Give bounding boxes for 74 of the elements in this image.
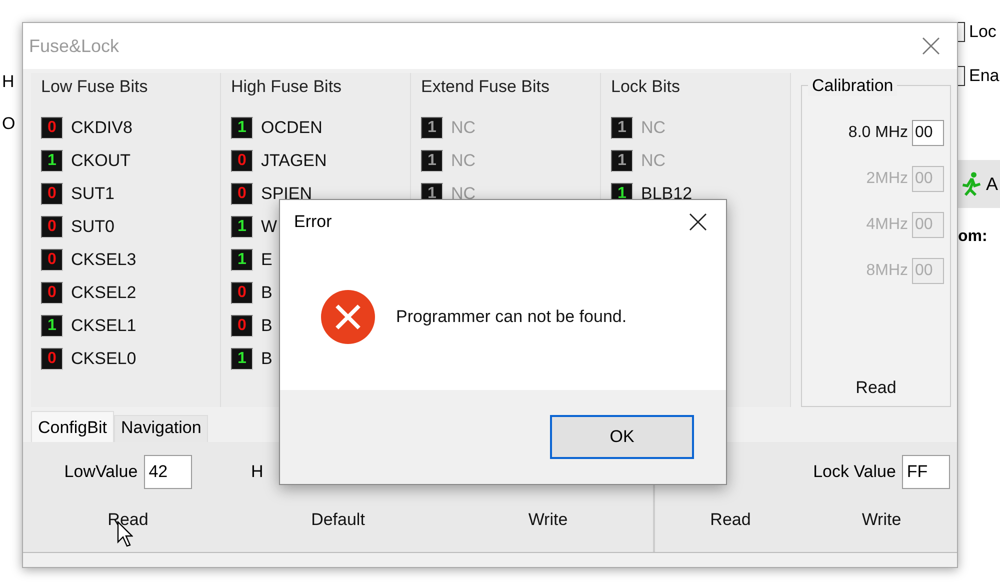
error-message: Programmer can not be found. xyxy=(396,307,627,327)
bit-label: JTAGEN xyxy=(261,150,327,170)
bit-toggle[interactable]: 0 xyxy=(41,282,63,304)
bit-toggle[interactable]: 0 xyxy=(231,182,253,204)
tab[interactable]: ConfigBit xyxy=(31,411,114,442)
bit-toggle[interactable]: 0 xyxy=(231,314,253,336)
high-value-label: H xyxy=(251,462,264,482)
auto-button[interactable]: A xyxy=(958,160,1000,208)
config-button[interactable]: Write xyxy=(522,508,574,532)
bit-toggle[interactable]: 0 xyxy=(41,216,63,238)
bit-label: CKSEL1 xyxy=(71,316,136,336)
frequency-label: 8.0 MHz xyxy=(848,124,908,142)
background-text: H xyxy=(2,72,16,92)
frequency-label: 2MHz xyxy=(866,170,908,188)
low-value-field[interactable]: 42 xyxy=(144,455,192,489)
lock-button[interactable]: Write xyxy=(856,508,908,532)
bit-label: CKSEL2 xyxy=(71,282,136,302)
running-figure-icon xyxy=(960,170,982,198)
calibration-field[interactable]: 00 xyxy=(912,120,944,146)
bit-label: OCDEN xyxy=(261,118,322,138)
group-title: Low Fuse Bits xyxy=(41,76,149,98)
window-title: Fuse&Lock xyxy=(29,36,120,56)
checkbox-label: Ena xyxy=(969,66,1000,86)
bit-label: B xyxy=(261,282,272,302)
ok-button[interactable]: OK xyxy=(550,415,694,459)
bit-label: SPIEN xyxy=(261,184,312,204)
frequency-label: 4MHz xyxy=(866,216,908,234)
bit-toggle[interactable]: 1 xyxy=(231,116,253,138)
bit-toggle[interactable]: 0 xyxy=(41,116,63,138)
lock-value-field[interactable]: FF xyxy=(902,455,950,489)
bit-label: NC xyxy=(641,150,666,170)
checkbox[interactable] xyxy=(958,66,965,86)
group-title: High Fuse Bits xyxy=(231,76,343,98)
error-icon xyxy=(320,289,376,345)
bit-label: B xyxy=(261,316,272,336)
bit-label: NC xyxy=(641,118,666,138)
dialog-title: Error xyxy=(294,212,332,232)
bit-toggle[interactable]: 0 xyxy=(41,182,63,204)
lock-value-label: Lock Value xyxy=(813,462,896,482)
bit-toggle[interactable]: 1 xyxy=(231,348,253,370)
bit-toggle[interactable]: 1 xyxy=(231,216,253,238)
config-button[interactable]: Default xyxy=(305,508,371,532)
tab[interactable]: Navigation xyxy=(114,415,208,442)
bit-label: BLB12 xyxy=(641,184,692,204)
bit-label: B xyxy=(261,348,272,368)
status-text: om: xyxy=(958,228,988,246)
bit-toggle[interactable]: 1 xyxy=(231,248,253,270)
bit-label: SUT0 xyxy=(71,216,114,236)
config-button[interactable]: Read xyxy=(102,508,154,532)
bit-toggle[interactable]: 0 xyxy=(231,150,253,172)
group-title: Extend Fuse Bits xyxy=(421,76,551,98)
checkbox-label: Loc xyxy=(969,22,996,42)
bit-toggle[interactable]: 1 xyxy=(41,314,63,336)
bit-label: E xyxy=(261,250,272,270)
bit-label: W xyxy=(261,216,278,236)
bit-label: CKSEL3 xyxy=(71,250,136,270)
bit-label: CKSEL0 xyxy=(71,348,136,368)
low-value-label: LowValue xyxy=(64,462,138,482)
background-text: O xyxy=(2,114,16,134)
bit-label: NC xyxy=(451,184,476,204)
bit-toggle[interactable]: 0 xyxy=(41,348,63,370)
bit-toggle[interactable]: 0 xyxy=(41,248,63,270)
bit-toggle[interactable]: 0 xyxy=(231,282,253,304)
bit-label: CKOUT xyxy=(71,150,130,170)
frequency-label: 8MHz xyxy=(866,262,908,280)
checkbox[interactable] xyxy=(958,22,965,42)
bit-label: CKDIV8 xyxy=(71,118,132,138)
bit-toggle[interactable]: 1 xyxy=(41,150,63,172)
lock-button[interactable]: Read xyxy=(704,508,757,532)
bit-label: NC xyxy=(451,118,476,138)
bit-label: SUT1 xyxy=(71,184,114,204)
group-title: Lock Bits xyxy=(611,76,681,98)
bit-label: NC xyxy=(451,150,476,170)
read-button[interactable]: Read xyxy=(850,376,902,400)
